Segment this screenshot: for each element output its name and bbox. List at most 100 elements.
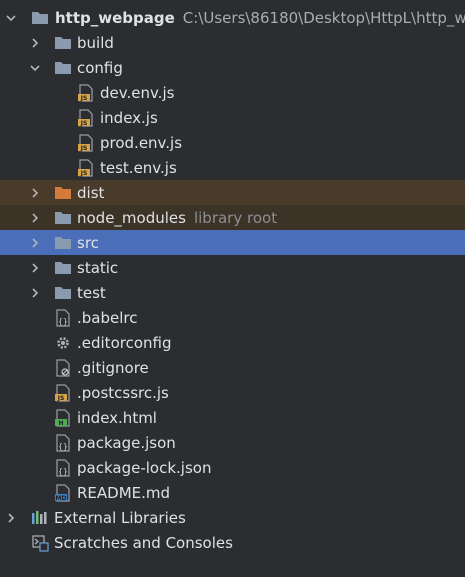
tree-item-gitignore[interactable]: .gitignore [0,355,465,380]
svg-text:JS: JS [80,170,88,177]
javascript-file-icon: JS [77,83,95,102]
markdown-file-icon: MD [54,483,72,502]
tree-item-config[interactable]: config [0,55,465,80]
folder-icon [54,209,72,227]
excluded-folder-icon [54,184,72,202]
tree-item-text: index.html [77,408,157,427]
chevron-right-icon[interactable] [30,236,40,250]
tree-item-dev-env-js[interactable]: JS dev.env.js [0,80,465,105]
tree-item-index-html[interactable]: Hindex.html [0,405,465,430]
chevron-right-icon[interactable] [6,511,16,525]
tree-item-package-lock-json[interactable]: {} package-lock.json [0,455,465,480]
tree-item-dist[interactable]: dist [0,180,465,205]
tree-item-text: External Libraries [54,508,186,527]
tree-item-node-modules[interactable]: node_modules library root [0,205,465,230]
tree-item-text: dist [77,183,105,202]
folder-icon [54,234,72,252]
svg-text:MD: MD [56,495,67,502]
svg-text:H: H [58,420,63,427]
tree-item-label: .gitignore [77,359,149,377]
tree-item-label: Scratches and Consoles [54,534,233,552]
tree-item-text: test.env.js [100,158,177,177]
tree-item-readme-md[interactable]: MD README.md [0,480,465,505]
folder-icon [54,59,72,77]
tree-item-http-webpage[interactable]: http_webpage C:\Users\86180\Desktop\HttpL… [0,5,465,30]
library-root-hint: library root [193,208,278,227]
folder-icon [54,259,72,277]
tree-item-label: build [77,34,114,52]
tree-item-text: package-lock.json [77,458,212,477]
tree-item-text: prod.env.js [100,133,183,152]
chevron-down-icon[interactable] [6,11,16,25]
tree-item-editorconfig[interactable]: .editorconfig [0,330,465,355]
tree-item-label: README.md [77,484,170,502]
chevron-down-icon[interactable] [30,61,40,75]
tree-item-label: dev.env.js [100,84,174,102]
tree-item-text: src [77,233,99,252]
project-tree: http_webpage C:\Users\86180\Desktop\HttpL… [0,0,465,577]
gear-icon [54,334,72,352]
chevron-right-icon[interactable] [30,36,40,50]
svg-text:JS: JS [80,95,88,102]
folder-icon [54,284,72,302]
tree-item-label: External Libraries [54,509,186,527]
tree-item-label: test.env.js [100,159,177,177]
svg-text:JS: JS [57,395,65,402]
javascript-file-icon: JS [77,158,95,177]
svg-text:JS: JS [80,120,88,127]
tree-item-text: .gitignore [77,358,149,377]
tree-item-text: static [77,258,119,277]
tree-item-text: build [77,33,114,52]
chevron-right-icon[interactable] [30,211,40,225]
tree-item-test[interactable]: test [0,280,465,305]
svg-text:{}: {} [58,317,68,326]
tree-item-prod-env-js[interactable]: JS prod.env.js [0,130,465,155]
svg-text:{}: {} [58,467,68,476]
tree-item-package-json[interactable]: {} package.json [0,430,465,455]
tree-item-label: static [77,259,118,277]
json-file-icon: {} [54,458,72,477]
tree-item-text: .postcssrc.js [77,383,169,402]
chevron-right-icon[interactable] [30,186,40,200]
tree-item-scratches-and-consoles[interactable]: Scratches and Consoles [0,530,465,555]
tree-item-label: dist [77,184,104,202]
javascript-file-icon: JS [77,133,95,152]
tree-item-build[interactable]: build [0,30,465,55]
tree-item-text: dev.env.js [100,83,175,102]
tree-item-postcssrc-js[interactable]: JS .postcssrc.js [0,380,465,405]
tree-item-src[interactable]: src [0,230,465,255]
gitignore-file-icon [54,358,72,377]
tree-item-label: index.html [77,409,157,427]
tree-item-test-env-js[interactable]: JS test.env.js [0,155,465,180]
tree-item-static[interactable]: static [0,255,465,280]
libraries-icon [31,509,49,527]
javascript-file-icon: JS [54,383,72,402]
tree-item-label: node_modules library root [77,209,277,227]
project-path: C:\Users\86180\Desktop\HttpL\http_webpag… [182,8,465,27]
tree-item-label: index.js [100,109,158,127]
chevron-right-icon[interactable] [30,261,40,275]
tree-item-external-libraries[interactable]: External Libraries [0,505,465,530]
svg-text:{}: {} [58,442,68,451]
tree-item-text: index.js [100,108,158,127]
folder-icon [54,34,72,52]
tree-item-label: .postcssrc.js [77,384,169,402]
tree-item-label: .editorconfig [77,334,171,352]
project-name: http_webpage [55,8,175,27]
tree-item-label: src [77,234,99,252]
tree-item-text: .editorconfig [77,333,172,352]
tree-item-babelrc[interactable]: {} .babelrc [0,305,465,330]
tree-item-text: README.md [77,483,171,502]
tree-item-text: package.json [77,433,176,452]
scratches-icon [31,534,49,552]
tree-item-text: Scratches and Consoles [54,533,233,552]
tree-item-label: test [77,284,106,302]
tree-item-text: .babelrc [77,308,138,327]
tree-item-text: test [77,283,106,302]
tree-item-label: .babelrc [77,309,137,327]
chevron-right-icon[interactable] [30,286,40,300]
tree-item-label: package.json [77,434,176,452]
tree-item-index-js[interactable]: JS index.js [0,105,465,130]
javascript-file-icon: JS [77,108,95,127]
svg-text:JS: JS [80,145,88,152]
